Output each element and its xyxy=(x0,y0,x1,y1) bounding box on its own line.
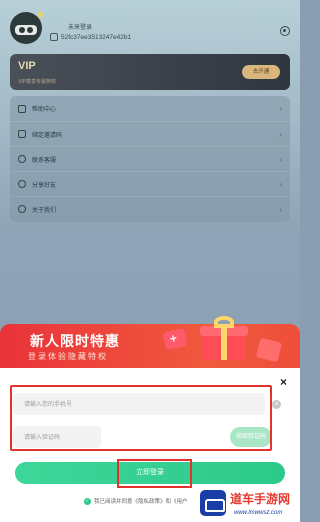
support-icon xyxy=(18,155,26,163)
share-icon xyxy=(18,180,26,188)
menu-item-label: 关于我们 xyxy=(32,207,57,214)
agreement-text: 我已阅读并同意《隐私政策》和《用户 xyxy=(94,499,188,505)
menu-item-label: 联系客服 xyxy=(32,157,57,164)
red-packet-icon xyxy=(255,337,283,363)
menu-list: 帮助中心 › 绑定邀请码 › 联系客服 › 分享好友 › 关于我们 › xyxy=(10,96,290,222)
menu-item-about[interactable]: 关于我们 › xyxy=(10,196,290,221)
close-button[interactable]: × xyxy=(280,375,287,389)
promo-banner: 新人限时特惠 登录体验隐藏特权 xyxy=(0,316,300,370)
menu-item-label: 分享好友 xyxy=(32,182,57,189)
profile-header: ★ 未来登录 52fc37ee3513247e42b1 xyxy=(10,10,290,52)
car-logo-icon xyxy=(200,490,226,516)
bookmark-icon xyxy=(18,130,26,138)
menu-item-label: 帮助中心 xyxy=(32,107,57,113)
avatar-eye-right xyxy=(27,27,33,33)
menu-item-label: 绑定邀请码 xyxy=(32,132,63,139)
vip-activate-button[interactable]: 去开通 xyxy=(242,65,280,79)
help-icon xyxy=(18,104,26,113)
promo-title: 新人限时特惠 xyxy=(30,334,120,350)
chevron-right-icon: › xyxy=(279,130,282,139)
watermark-title: 道车手游网 xyxy=(230,492,291,506)
info-icon xyxy=(18,205,26,213)
gift-box-icon xyxy=(200,316,248,362)
menu-item-help[interactable]: 帮助中心 › xyxy=(10,96,290,121)
chevron-right-icon: › xyxy=(279,155,282,164)
promo-subtitle: 登录体验隐藏特权 xyxy=(28,352,108,361)
chevron-right-icon: › xyxy=(279,104,282,113)
login-highlight-box xyxy=(117,459,192,488)
chevron-right-icon: › xyxy=(279,180,282,189)
user-id: 52fc37ee3513247e42b1 xyxy=(61,33,132,41)
watermark: 道车手游网 www.lmwwsz.com xyxy=(196,486,300,522)
menu-item-share[interactable]: 分享好友 › xyxy=(10,171,290,196)
menu-item-support[interactable]: 联系客服 › xyxy=(10,146,290,171)
watermark-url: www.lmwwsz.com xyxy=(234,510,283,516)
star-icon: ★ xyxy=(36,10,45,21)
vip-subtitle: VIP尊享专属特权 xyxy=(18,79,57,85)
id-card-icon xyxy=(50,33,58,41)
avatar-eye-left xyxy=(19,27,25,33)
checkbox-icon[interactable]: ✓ xyxy=(84,497,91,505)
uid-row: 52fc37ee3513247e42b1 xyxy=(50,33,131,41)
menu-item-bind-invite[interactable]: 绑定邀请码 › xyxy=(10,121,290,146)
username-label[interactable]: 未来登录 xyxy=(68,22,92,31)
coupon-icon xyxy=(162,327,188,351)
vip-card[interactable]: VIP VIP尊享专属特权 去开通 xyxy=(10,54,290,90)
vip-title: VIP xyxy=(18,60,36,72)
clear-input-icon[interactable]: × xyxy=(272,400,281,409)
agreement-row[interactable]: ✓ 我已阅读并同意《隐私政策》和《用户 xyxy=(84,497,188,505)
settings-icon[interactable] xyxy=(280,26,290,36)
chevron-right-icon: › xyxy=(279,205,282,214)
input-highlight-box xyxy=(10,385,272,451)
